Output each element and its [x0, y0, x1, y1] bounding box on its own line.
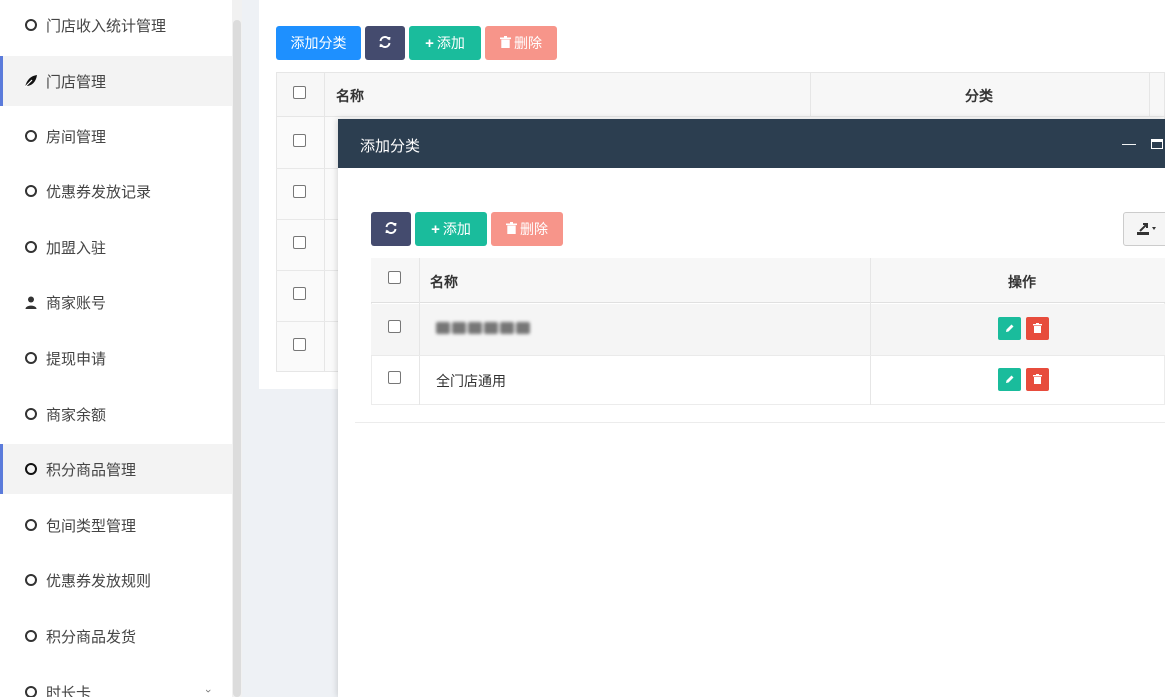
sidebar-item-time-card[interactable]: 时长卡 › — [0, 667, 232, 697]
edit-button[interactable] — [998, 368, 1021, 391]
obscured-category-name — [436, 322, 532, 336]
maximize-icon[interactable] — [1151, 139, 1163, 149]
sidebar-item-label: 积分商品管理 — [46, 461, 137, 479]
circle-icon — [22, 683, 40, 697]
modal-refresh-button[interactable] — [371, 212, 411, 246]
circle-icon — [22, 627, 40, 645]
sidebar-item-label: 商家账号 — [46, 294, 107, 312]
circle-icon — [22, 238, 40, 256]
pencil-icon — [1005, 373, 1015, 387]
sidebar-item-label: 门店收入统计管理 — [46, 17, 167, 35]
column-header-name: 名称 — [430, 274, 458, 290]
chevron-right-icon: › — [202, 689, 215, 693]
column-header-actions: 操作 — [1008, 274, 1036, 290]
pencil-icon — [1005, 322, 1015, 336]
sidebar-item-label: 门店管理 — [46, 73, 107, 91]
delete-row-button[interactable] — [1026, 317, 1049, 340]
refresh-button[interactable] — [365, 26, 405, 60]
trash-icon — [1033, 373, 1042, 387]
add-category-modal: 添加分类 — + 添加 删除 名称 操作 全门店通用 — [338, 119, 1165, 697]
modal-select-all-checkbox[interactable] — [388, 271, 401, 284]
circle-icon — [22, 127, 40, 145]
plus-icon: + — [425, 34, 434, 52]
refresh-icon — [384, 221, 398, 238]
select-all-checkbox[interactable] — [293, 86, 306, 99]
row-checkbox[interactable] — [388, 371, 401, 384]
sidebar-item-label: 加盟入驻 — [46, 239, 107, 257]
sidebar-item-points-goods[interactable]: 积分商品管理 — [0, 444, 232, 494]
sidebar: 门店收入统计管理 门店管理 房间管理 优惠券发放记录 加盟入驻 商家账号 提现申… — [0, 0, 232, 697]
circle-icon — [22, 571, 40, 589]
export-button[interactable] — [1123, 212, 1165, 246]
circle-icon — [22, 16, 40, 34]
category-table-header — [371, 258, 1165, 303]
trash-icon — [1033, 322, 1042, 336]
delete-button[interactable]: 删除 — [485, 26, 557, 60]
row-checkbox[interactable] — [293, 338, 306, 351]
row-checkbox[interactable] — [293, 185, 306, 198]
modal-delete-button[interactable]: 删除 — [491, 212, 563, 246]
sidebar-item-label: 优惠券发放规则 — [46, 572, 152, 590]
sidebar-item-store-income[interactable]: 门店收入统计管理 — [0, 0, 232, 50]
row-checkbox[interactable] — [293, 287, 306, 300]
column-header-category: 分类 — [965, 88, 993, 104]
sidebar-item-label: 房间管理 — [46, 128, 107, 146]
sidebar-item-label: 提现申请 — [46, 350, 107, 368]
sidebar-item-coupon-rules[interactable]: 优惠券发放规则 — [0, 555, 232, 605]
modal-add-button[interactable]: + 添加 — [415, 212, 487, 246]
sidebar-scrollbar[interactable] — [232, 0, 242, 697]
sidebar-item-room-management[interactable]: 房间管理 — [0, 111, 232, 161]
sidebar-item-label: 包间类型管理 — [46, 517, 137, 535]
circle-icon — [22, 349, 40, 367]
add-button[interactable]: + 添加 — [409, 26, 481, 60]
add-category-button[interactable]: 添加分类 — [276, 26, 361, 60]
circle-icon — [22, 405, 40, 423]
minimize-icon[interactable]: — — [1122, 135, 1136, 151]
sidebar-item-store-management[interactable]: 门店管理 — [0, 56, 232, 106]
sidebar-item-label: 商家余额 — [46, 406, 107, 424]
circle-icon — [22, 182, 40, 200]
sidebar-item-merchant-account[interactable]: 商家账号 — [0, 277, 232, 327]
sidebar-item-label: 积分商品发货 — [46, 628, 137, 646]
sidebar-item-label: 优惠券发放记录 — [46, 183, 152, 201]
sidebar-item-room-types[interactable]: 包间类型管理 — [0, 500, 232, 550]
sidebar-item-merchant-balance[interactable]: 商家余额 — [0, 389, 232, 439]
refresh-icon — [378, 35, 392, 52]
trash-icon — [506, 221, 517, 237]
user-icon — [22, 293, 40, 311]
category-name: 全门店通用 — [436, 373, 506, 389]
trash-icon — [500, 35, 511, 51]
sidebar-item-coupon-records[interactable]: 优惠券发放记录 — [0, 166, 232, 216]
modal-title: 添加分类 — [360, 138, 421, 155]
circle-icon — [22, 460, 40, 478]
delete-row-button[interactable] — [1026, 368, 1049, 391]
row-checkbox[interactable] — [293, 236, 306, 249]
sidebar-item-withdrawal[interactable]: 提现申请 — [0, 333, 232, 383]
circle-icon — [22, 516, 40, 534]
main-table-header — [276, 72, 1165, 117]
divider — [355, 422, 1165, 423]
column-header-name: 名称 — [336, 88, 364, 104]
row-checkbox[interactable] — [388, 320, 401, 333]
row-checkbox[interactable] — [293, 134, 306, 147]
modal-title-bar[interactable]: 添加分类 — — [338, 119, 1165, 168]
plus-icon: + — [431, 220, 440, 238]
edit-button[interactable] — [998, 317, 1021, 340]
sidebar-item-points-shipping[interactable]: 积分商品发货 — [0, 611, 232, 661]
sidebar-item-label: 时长卡 — [46, 684, 92, 697]
sidebar-item-franchise[interactable]: 加盟入驻 — [0, 222, 232, 272]
export-icon — [1137, 222, 1157, 239]
leaf-icon — [22, 72, 40, 90]
